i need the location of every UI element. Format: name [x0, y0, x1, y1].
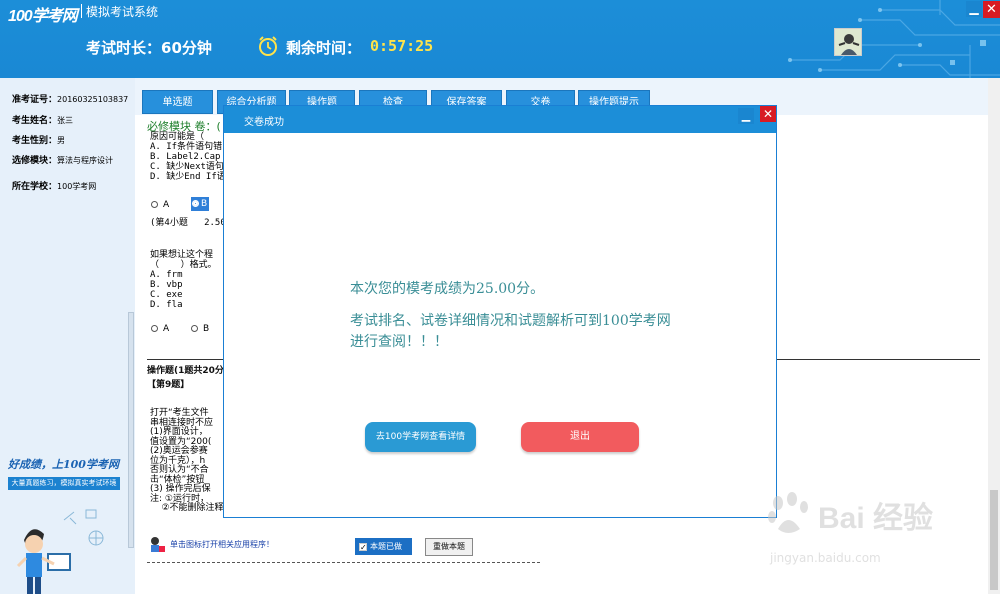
tab-single-choice[interactable]: 单选题 [142, 90, 213, 114]
watermark-brand: Bai 经验 [818, 502, 934, 535]
question-done-checkbox[interactable]: ✓ 本题已做 [355, 538, 412, 555]
dialog-close-button[interactable]: ✕ [760, 106, 776, 122]
watermark: Bai 经验 jingyan.baidu.com [760, 485, 980, 575]
ticket-number: 准考证号：20160325103837 [12, 95, 129, 105]
promo-subtitle: 大量真题练习，模拟真实考试环境 [8, 477, 120, 490]
panel-collapse-handle[interactable] [128, 312, 134, 548]
app-logo: 100学考网 [8, 8, 78, 25]
info-message: 考试排名、试卷详细情况和试题解析可到100学考网进行查阅！！！ [350, 313, 671, 350]
question-4-text: 如果想让这个程 （ ）格式。 A. frm B. vbp C. exe D. f… [150, 250, 217, 310]
dialog-title-bar [224, 106, 776, 133]
remaining-time-value: 0:57:25 [370, 37, 434, 55]
alarm-clock-icon [259, 36, 277, 56]
window-close-button[interactable]: ✕ [983, 1, 1000, 18]
mascot-illustration [16, 509, 104, 594]
remaining-time-label: 剩余时间： [286, 39, 362, 57]
exam-duration: 考试时长：60分钟 [86, 39, 212, 57]
header-bar: 100学考网 模拟考试系统 ▁ ✕ 考试时长：60分钟 剩余时间： 0:57:2… [0, 0, 1000, 78]
dialog-minimize-button[interactable]: ▁ [738, 108, 754, 124]
option-b-radio[interactable]: B [191, 324, 209, 334]
redo-question-button[interactable]: 重做本题 [425, 538, 473, 556]
open-app-link[interactable]: 单击图标打开相关应用程序！ [170, 539, 274, 550]
score-message: 本次您的模考成绩为25.00分。 [350, 281, 545, 297]
candidate-panel: 准考证号：20160325103837 考生姓名：张三 考生性别：男 选修模块：… [0, 78, 135, 594]
candidate-school: 所在学校：100学考网 [12, 182, 97, 192]
submit-success-dialog: 交卷成功 ▁ ✕ 本次您的模考成绩为25.00分。 考试排名、试卷详细情况和试题… [223, 105, 777, 518]
candidate-gender: 考生性别：男 [12, 136, 66, 146]
elective-module: 选修模块：算法与程序设计 [12, 156, 114, 166]
option-a-radio[interactable]: A [151, 200, 169, 210]
candidate-name: 考生姓名：张三 [12, 116, 74, 126]
scrollbar-thumb[interactable] [990, 490, 998, 590]
paw-icon [768, 492, 808, 533]
circuit-decoration [788, 0, 1000, 78]
avatar [834, 28, 862, 56]
exam-app: 100学考网 模拟考试系统 ▁ ✕ 考试时长：60分钟 剩余时间： 0:57:2… [0, 0, 1000, 594]
promo-slogan: 好成绩，上100学考网 [8, 458, 119, 471]
question-number: 【第9题】 [147, 380, 190, 390]
logo-separator [81, 4, 82, 18]
dialog-title: 交卷成功 [244, 117, 284, 128]
operation-section-header: 操作题(1题共20分 [147, 366, 224, 376]
option-a-radio[interactable]: A [151, 324, 169, 334]
watermark-url: jingyan.baidu.com [770, 551, 881, 565]
option-b-radio-selected[interactable]: B [191, 197, 209, 211]
question-3-text: 原因可能是（ A. If条件语句错 B. Label2.Cap C. 缺少Nex… [150, 132, 226, 182]
open-app-icon[interactable] [148, 536, 166, 554]
app-title: 模拟考试系统 [86, 5, 159, 19]
window-minimize-button[interactable]: ▁ [966, 1, 982, 17]
exit-button[interactable]: 退出 [521, 422, 639, 452]
dashed-divider [147, 562, 540, 563]
view-details-button[interactable]: 去100学考网查看详情 [365, 422, 476, 452]
